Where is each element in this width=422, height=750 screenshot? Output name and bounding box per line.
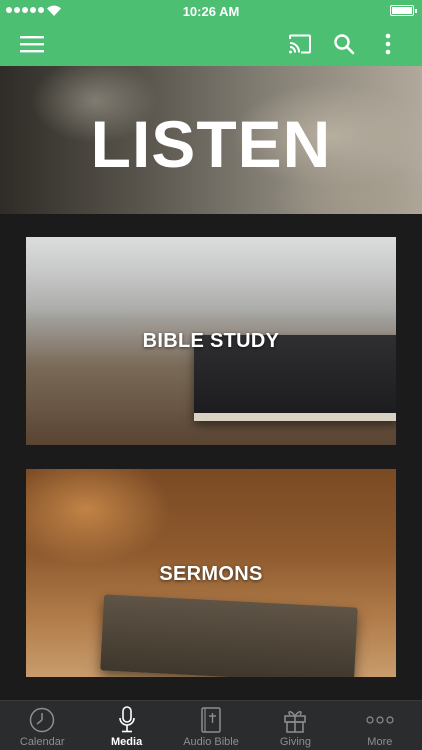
tab-audio-bible[interactable]: Audio Bible	[169, 701, 253, 750]
status-bar: 10:26 AM	[0, 0, 422, 22]
search-icon	[334, 34, 355, 55]
bottom-tab-bar: Calendar Media Audio Bible Giving More	[0, 700, 422, 750]
tab-giving[interactable]: Giving	[253, 701, 337, 750]
tab-more[interactable]: More	[338, 701, 422, 750]
clock-icon	[28, 706, 56, 734]
search-button[interactable]	[322, 22, 366, 66]
old-bible-image	[100, 594, 358, 677]
cast-icon	[289, 34, 311, 54]
hero-banner: LISTEN	[0, 66, 422, 214]
more-dots-icon	[366, 706, 394, 734]
tab-media-label: Media	[111, 736, 143, 748]
bible-study-label: BIBLE STUDY	[142, 330, 280, 352]
tab-calendar[interactable]: Calendar	[0, 701, 84, 750]
tab-giving-label: Giving	[279, 736, 312, 748]
hamburger-icon	[20, 36, 44, 53]
tab-audio-bible-label: Audio Bible	[183, 736, 239, 748]
sermons-card[interactable]: SERMONS	[26, 469, 396, 677]
menu-button[interactable]	[10, 22, 54, 66]
sermons-label: SERMONS	[159, 563, 263, 585]
app-bar	[0, 22, 422, 66]
media-screen: 10:26 AM LISTEN BIBLE STUDY SERMONS Cale…	[0, 0, 422, 750]
microphone-icon	[113, 706, 141, 734]
cast-button[interactable]	[278, 22, 322, 66]
vertical-ellipsis-icon	[385, 33, 391, 55]
tab-more-label: More	[367, 736, 393, 748]
gift-icon	[281, 706, 309, 734]
bible-pages-image	[194, 413, 396, 421]
tab-calendar-label: Calendar	[19, 736, 65, 748]
battery-icon	[390, 5, 417, 16]
tab-media[interactable]: Media	[84, 701, 168, 750]
bible-study-card[interactable]: BIBLE STUDY	[26, 237, 396, 445]
header: 10:26 AM	[0, 0, 422, 66]
bible-icon	[197, 706, 225, 734]
status-time: 10:26 AM	[182, 4, 240, 19]
more-options-button[interactable]	[366, 22, 410, 66]
page-title: LISTEN	[90, 107, 332, 181]
